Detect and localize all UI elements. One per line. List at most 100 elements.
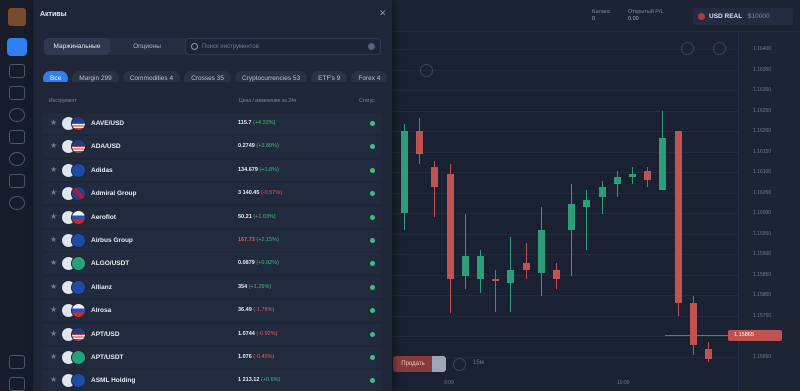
- asset-name: Admiral Group: [91, 190, 137, 198]
- portfolio-icon[interactable]: [9, 64, 25, 78]
- favorite-star-icon[interactable]: ★: [50, 235, 57, 245]
- asset-row[interactable]: ★ Airbus Group 167.73 (+2.15%): [43, 230, 381, 251]
- tab-margin[interactable]: Маржинальные: [44, 38, 110, 55]
- filter-chip[interactable]: Margin 299: [72, 71, 119, 82]
- candle: [522, 243, 530, 280]
- filter-chip[interactable]: Все: [43, 71, 69, 82]
- status-indicator: [370, 284, 375, 290]
- asset-price: 0.0879 (+0.92%): [238, 260, 279, 267]
- quote-currency-flag-icon: [71, 256, 86, 272]
- time-tick: 9:00: [444, 380, 454, 386]
- app-logo[interactable]: [8, 8, 26, 26]
- close-icon[interactable]: ✕: [379, 8, 387, 19]
- sell-button[interactable]: Продать: [393, 356, 433, 372]
- usd-flag-icon: [698, 13, 705, 20]
- filter-chip[interactable]: Forex 4: [351, 71, 388, 82]
- price-tick: 1.15950: [753, 230, 772, 237]
- asset-row[interactable]: ★ APT/USDT 1.076 (-0.45%): [43, 347, 381, 368]
- candle: [689, 296, 697, 356]
- support-icon[interactable]: [9, 196, 25, 210]
- favorite-star-icon[interactable]: ★: [50, 305, 57, 315]
- price-tick: 1.15850: [753, 271, 772, 278]
- clock-icon[interactable]: [453, 358, 466, 371]
- indicator-icon[interactable]: [420, 64, 433, 77]
- order-toggle-button[interactable]: [432, 356, 446, 372]
- status-indicator: [370, 121, 375, 126]
- candle: [431, 160, 439, 217]
- candle: [568, 183, 576, 277]
- price-tick: 1.15650: [753, 353, 772, 360]
- candle: [613, 170, 621, 197]
- asset-row[interactable]: ★ AAVE/USD 115.7 (+4.22%): [43, 113, 381, 134]
- favorite-star-icon[interactable]: ★: [50, 118, 57, 128]
- col-instrument: Инструмент: [49, 98, 77, 104]
- filter-chips: Все Margin 299 Commodities 4 Crosses 35 Cryp…: [43, 67, 392, 82]
- asset-row[interactable]: ★ Allianz 354 (+1.29%): [43, 276, 381, 298]
- chart-settings-icon[interactable]: [713, 42, 726, 55]
- asset-change: (+2.15%): [256, 237, 279, 243]
- timeframe-selector[interactable]: 15м: [473, 360, 484, 366]
- account-label: USD REAL: [709, 13, 743, 20]
- filter-chip[interactable]: Cryptocurrencies 53: [234, 71, 308, 82]
- candle: [659, 111, 667, 191]
- asset-name: Adidas: [91, 166, 113, 174]
- asset-row[interactable]: ★ Alrosa 36.49 (-1.78%): [43, 300, 381, 322]
- status-indicator: [370, 331, 375, 337]
- asset-row[interactable]: ★ Adidas 134.679 (+1.8%): [43, 159, 381, 181]
- fullscreen-icon[interactable]: [9, 377, 25, 391]
- history-icon[interactable]: [9, 108, 25, 122]
- candle: [583, 190, 591, 250]
- settings-icon[interactable]: [9, 152, 25, 166]
- filter-chip[interactable]: Crosses 35: [184, 71, 231, 82]
- asset-row[interactable]: ★ APT/USD 1.0744 (-0.92%): [43, 323, 381, 345]
- favorite-star-icon[interactable]: ★: [50, 258, 57, 268]
- tab-options[interactable]: Опционы: [114, 38, 180, 55]
- filter-chip[interactable]: Commodities 4: [122, 71, 181, 82]
- asset-name: ASML Holding: [91, 377, 136, 385]
- account-selector[interactable]: USD REAL $10000: [693, 8, 793, 25]
- price-tick: 1.16300: [753, 87, 772, 93]
- price-tick: 1.16200: [753, 128, 772, 134]
- quote-currency-flag-icon: [71, 233, 86, 248]
- favorite-star-icon[interactable]: ★: [50, 141, 57, 151]
- table-header: Инструмент Цена / изменение за 24ч Стату…: [49, 98, 392, 108]
- asset-change: (-1.78%): [253, 307, 275, 314]
- clear-icon[interactable]: [368, 43, 375, 50]
- candle: [598, 180, 606, 214]
- balance-field: Баланс 0: [592, 9, 611, 22]
- candle: [537, 206, 545, 296]
- favorite-star-icon[interactable]: ★: [50, 188, 57, 198]
- candle: [416, 117, 424, 164]
- chat-icon[interactable]: [9, 174, 25, 188]
- layout-icon[interactable]: [9, 355, 25, 369]
- asset-change: (+0.6%): [260, 377, 281, 384]
- status-indicator: [370, 214, 375, 220]
- col-price: Цена / изменение за 24ч: [239, 98, 297, 104]
- search-input[interactable]: Поиск инструментов: [185, 38, 381, 55]
- favorite-star-icon[interactable]: ★: [50, 212, 57, 222]
- favorite-star-icon[interactable]: ★: [50, 329, 57, 339]
- news-icon[interactable]: [9, 130, 25, 144]
- favorite-star-icon[interactable]: ★: [50, 352, 57, 362]
- favorite-star-icon[interactable]: ★: [50, 375, 57, 385]
- price-tick: 1.15800: [753, 292, 772, 298]
- quote-currency-flag-icon: [71, 373, 86, 389]
- assets-icon[interactable]: [7, 38, 27, 56]
- asset-row[interactable]: ★ Aeroflot 50.21 (+1.03%): [43, 206, 381, 228]
- price-tick: 1.16400: [753, 46, 772, 52]
- favorite-star-icon[interactable]: ★: [50, 282, 57, 292]
- filter-chip[interactable]: ETF's 9: [311, 71, 348, 82]
- asset-row[interactable]: ★ ASML Holding 1 213.12 (+0.6%): [43, 370, 381, 391]
- assets-panel: Активы ✕ Маржинальные Опционы Поиск инст…: [34, 0, 392, 391]
- price-tick: 1.15750: [753, 312, 772, 319]
- price-tick: 1.16150: [753, 148, 772, 155]
- asset-price: 134.679 (+1.8%): [238, 166, 279, 173]
- screenshot-icon[interactable]: [681, 42, 694, 55]
- asset-row[interactable]: ★ ALGO/USDT 0.0879 (+0.92%): [43, 253, 381, 275]
- wallet-icon[interactable]: [9, 86, 25, 100]
- favorite-star-icon[interactable]: ★: [50, 165, 57, 175]
- asset-row[interactable]: ★ ADA/USD 0.2749 (+3.89%): [43, 136, 381, 158]
- asset-row[interactable]: ★ Admiral Group 3 140.45 (-0.57%): [43, 183, 381, 205]
- status-indicator: [370, 355, 375, 360]
- asset-name: APT/USDT: [91, 354, 124, 361]
